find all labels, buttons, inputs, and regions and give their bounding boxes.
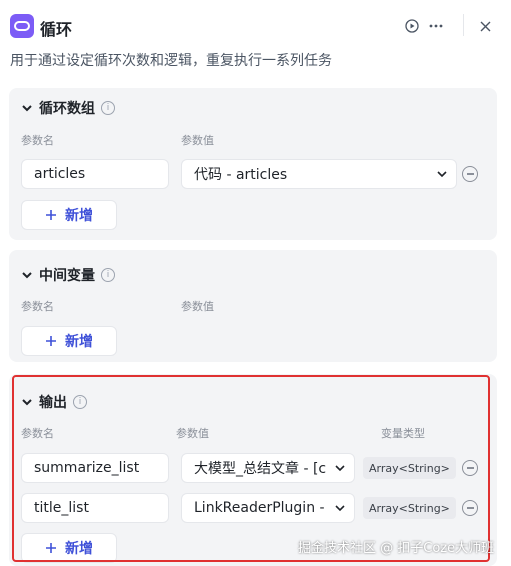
node-description: 用于通过设定循环次数和逻辑，重复执行一系列任务	[10, 53, 332, 69]
plus-icon	[46, 336, 56, 346]
add-label: 新增	[65, 334, 93, 350]
info-icon[interactable]: i	[101, 268, 115, 282]
param-name-label: 参数名	[21, 134, 54, 147]
chevron-down-icon	[22, 272, 32, 279]
param-value-label: 参数值	[181, 300, 214, 313]
add-param-button[interactable]: 新增	[21, 326, 117, 356]
chevron-down-icon	[437, 171, 447, 178]
remove-row-icon[interactable]	[462, 166, 478, 182]
intermediate-header[interactable]: 中间变量 i	[21, 265, 115, 285]
info-icon[interactable]: i	[101, 101, 115, 115]
plus-icon	[46, 210, 56, 220]
highlight-frame	[12, 375, 490, 562]
select-value: 代码 - articles	[194, 167, 288, 183]
more-icon[interactable]	[426, 16, 446, 36]
loop-array-section: 循环数组 i 参数名 参数值 articles 代码 - articles 新增	[9, 88, 497, 240]
add-label: 新增	[65, 208, 93, 224]
node-title: 循环	[40, 20, 73, 39]
chevron-down-icon	[22, 105, 32, 112]
watermark: 掘金技术社区 @ 扣子Coze大师班	[298, 541, 495, 556]
loop-array-header[interactable]: 循环数组 i	[21, 98, 115, 118]
section-title: 中间变量	[39, 268, 95, 284]
close-icon[interactable]	[475, 16, 495, 36]
intermediate-vars-section: 中间变量 i 参数名 参数值 新增	[9, 250, 497, 362]
header-divider	[463, 14, 464, 36]
param-name-input[interactable]: articles	[21, 159, 169, 189]
param-name-label: 参数名	[21, 300, 54, 313]
section-title: 循环数组	[39, 101, 95, 117]
play-circle-icon[interactable]	[402, 16, 422, 36]
param-value-label: 参数值	[181, 134, 214, 147]
param-value-select[interactable]: 代码 - articles	[181, 159, 457, 189]
loop-icon	[10, 14, 34, 38]
add-param-button[interactable]: 新增	[21, 200, 117, 230]
